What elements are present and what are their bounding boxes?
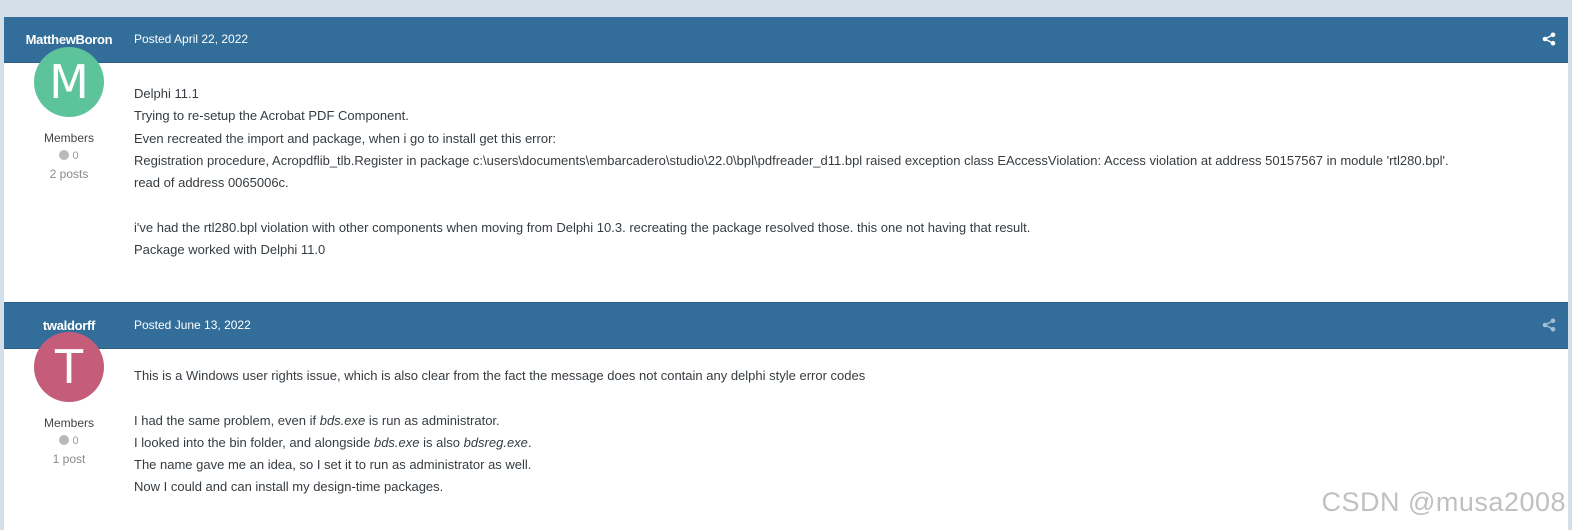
author-info: T Members 0 1 post — [4, 332, 134, 466]
filename-text: bds.exe — [373, 434, 420, 450]
topic-thread: MatthewBoron Posted April 22, 2022 M Mem… — [4, 17, 1568, 530]
member-group: Members — [43, 416, 94, 430]
member-group: Members — [43, 131, 94, 145]
post-date-link[interactable]: Posted June 13, 2022 — [134, 303, 251, 348]
post-header: twaldorff Posted June 13, 2022 — [4, 302, 1568, 349]
post-content: This is a Windows user rights issue, whi… — [134, 365, 1548, 499]
post-count: 2 posts — [49, 167, 89, 181]
text-run: I looked into the bin folder, and alongs… — [134, 434, 374, 450]
post-line: Package worked with Delphi 11.0 — [134, 242, 326, 258]
reputation-value: 0 — [72, 150, 79, 162]
post-count: 1 post — [52, 452, 86, 466]
avatar[interactable]: M — [34, 47, 104, 117]
post-line: Even recreated the import and package, w… — [134, 130, 557, 146]
post-header: MatthewBoron Posted April 22, 2022 — [4, 17, 1568, 63]
filename-text: bds.exe — [319, 412, 366, 428]
post-line: Registration procedure, Acropdflib_tlb.R… — [134, 152, 1449, 168]
reputation: 0 — [4, 149, 134, 163]
post-line: I looked into the bin folder, and alongs… — [134, 432, 1548, 454]
text-run: I had the same problem, even if — [134, 412, 320, 428]
avatar[interactable]: T — [34, 332, 104, 402]
post-line: Delphi 11.1 — [134, 86, 199, 101]
share-icon[interactable] — [1542, 318, 1556, 332]
post-line: read of address 0065006c. — [134, 175, 289, 191]
post-line: The name gave me an idea, so I set it to… — [134, 457, 532, 473]
forum-post: MatthewBoron Posted April 22, 2022 M Mem… — [4, 17, 1568, 302]
text-run: is run as administrator. — [365, 412, 500, 428]
post-line: This is a Windows user rights issue, whi… — [134, 368, 866, 383]
text-run: . — [527, 434, 532, 450]
post-content: Delphi 11.1 Trying to re-setup the Acrob… — [134, 83, 1548, 261]
post-line: Trying to re-setup the Acrobat PDF Compo… — [134, 108, 409, 124]
reputation: 0 — [4, 434, 134, 448]
filename-text: bdsreg.exe — [463, 434, 528, 450]
share-icon[interactable] — [1542, 32, 1556, 46]
post-line: I had the same problem, even if bds.exe … — [134, 410, 1548, 432]
author-info: M Members 0 2 posts — [4, 47, 134, 181]
watermark: CSDN @musa2008 — [1321, 487, 1566, 517]
post-line: i've had the rtl280.bpl violation with o… — [134, 219, 1031, 235]
reputation-value: 0 — [72, 435, 79, 447]
post-date-link[interactable]: Posted April 22, 2022 — [134, 17, 248, 62]
text-run: is also — [419, 434, 464, 450]
reputation-dot-icon — [59, 435, 70, 445]
reputation-dot-icon — [59, 150, 70, 160]
